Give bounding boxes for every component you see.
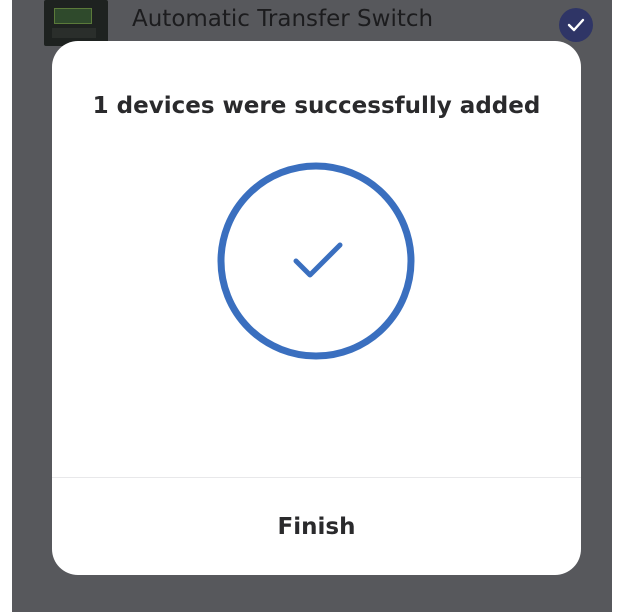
app-screen: Automatic Transfer Switch 1 devices were…: [12, 0, 612, 612]
finish-button[interactable]: Finish: [52, 478, 581, 575]
check-icon-glyph: [567, 18, 585, 32]
device-name: Automatic Transfer Switch: [132, 6, 434, 32]
success-dialog: 1 devices were successfully added Finish: [52, 41, 581, 575]
success-check-icon: [217, 162, 415, 360]
device-thumbnail-icon: [44, 0, 108, 46]
check-icon[interactable]: [559, 8, 593, 42]
dialog-title: 1 devices were successfully added: [92, 93, 541, 119]
